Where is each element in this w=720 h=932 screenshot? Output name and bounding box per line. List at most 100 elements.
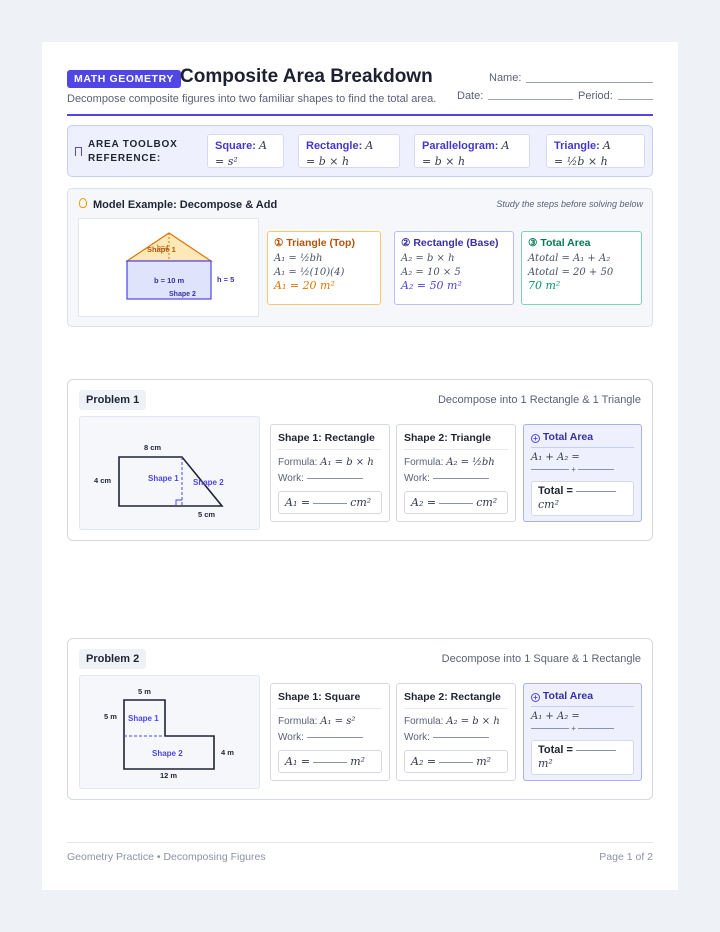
total-box[interactable]: Total = cm² [531,481,634,516]
work-label: Work: [278,473,304,484]
toolbox-item-formula: = b × h [422,155,466,168]
shape2-card: Shape 2: Rectangle Formula: A₂ = b × h W… [396,683,516,781]
right-angle-mark [175,499,182,506]
work-label: Work: [404,473,430,484]
plus-circle-icon: + [531,693,540,702]
toolbox-item-name: Triangle: [554,140,600,152]
toolbox-rectangle: Rectangle: A = b × h [298,134,400,168]
step-head: ① Triangle (Top) [274,237,355,249]
step-head: ② Rectangle (Base) [401,237,499,249]
problem-2: Problem 2 Decompose into 1 Square & 1 Re… [67,638,653,800]
name-field[interactable] [526,82,653,83]
formula: A₁ = b × h [320,457,374,468]
shape2-label: Shape 2 [193,478,224,487]
answer-unit: cm² [350,496,372,509]
toolbox-item-lhs: A [365,139,374,152]
toolbox-item-name: Square: [215,140,256,152]
sum-expression: A₁ + A₂ = [531,452,580,463]
model-example: Model Example: Decompose & Add Study the… [67,188,653,327]
toolbox-item-formula: = s² [215,155,238,168]
card-head: Shape 2: Rectangle [404,691,508,709]
total-box[interactable]: Total = m² [531,740,634,775]
model-shape2-label: Shape 2 [169,291,196,298]
toolbox-item-lhs: A [259,139,267,152]
footer-rule [67,842,653,843]
formula-label: Formula: [404,716,444,727]
bottom-dimension: 12 m [160,771,177,780]
step-line: Atotal = A₁ + A₂ [528,253,611,264]
total-label: Total = [538,744,573,756]
answer-unit: m² [476,755,492,768]
problem-2-figure-svg: 5 m 5 m 4 m 12 m Shape 1 Shape 2 [104,687,234,780]
footer-right: Page 1 of 2 [599,851,653,863]
work-field[interactable] [432,477,489,479]
toolbox-item-name: Rectangle: [306,140,363,152]
shape1-label: Shape 1 [128,714,159,723]
plus-sign: + [571,724,576,733]
problem-instruction: Decompose into 1 Square & 1 Rectangle [441,653,641,665]
sum-blank-1[interactable] [531,469,569,471]
problem-figure: 8 cm 4 cm 5 cm Shape 1 Shape 2 [79,416,260,530]
bottom-dimension: 5 cm [198,510,215,519]
step-line: Atotal = 20 + 50 [528,266,614,278]
step-total: ③ Total Area Atotal = A₁ + A₂ Atotal = 2… [521,231,642,305]
sum-blank-1[interactable] [531,728,569,730]
card-head: Shape 2: Triangle [404,432,508,450]
period-field[interactable] [618,99,653,100]
work-field[interactable] [306,477,363,479]
answer-lhs: A₂ = [411,496,437,509]
answer-box[interactable]: A₂ = m² [404,750,508,773]
answer-box[interactable]: A₂ = cm² [404,491,508,514]
left-dimension: 5 m [104,712,117,721]
problem-tag: Problem 2 [79,649,147,669]
shape2-card: Shape 2: Triangle Formula: A₂ = ½bh Work… [396,424,516,522]
sum-expression: A₁ + A₂ = [531,711,580,722]
sum-blank-2[interactable] [578,728,615,730]
total-label: Total = [538,485,573,497]
period-label: Period: [578,90,613,102]
sum-blank-2[interactable] [578,469,615,471]
work-field[interactable] [306,736,363,738]
answer-box[interactable]: A₁ = cm² [278,491,382,514]
work-field[interactable] [432,736,489,738]
toolbox-square: Square: A = s² [207,134,284,168]
formula-label: Formula: [404,457,444,468]
model-note: Study the steps before solving below [496,199,643,209]
answer-blank[interactable] [313,502,348,504]
total-blank[interactable] [576,749,617,751]
plus-sign: + [571,465,576,474]
answer-unit: m² [350,755,366,768]
top-dimension: 5 m [138,687,151,696]
header-rule [67,114,653,116]
subject-badge: MATH GEOMETRY [67,70,181,88]
answer-blank[interactable] [313,761,348,763]
model-title: Model Example: Decompose & Add [93,199,278,211]
answer-box[interactable]: A₁ = m² [278,750,382,773]
formula: A₁ = s² [320,716,356,727]
lightbulb-icon [79,198,87,208]
date-field[interactable] [488,99,573,100]
total-blank[interactable] [576,490,617,492]
answer-blank[interactable] [439,502,474,504]
shape1-card: Shape 1: Square Formula: A₁ = s² Work: A… [270,683,390,781]
top-dimension: 8 cm [144,443,161,452]
name-label: Name: [489,72,522,84]
worksheet-page: MATH GEOMETRY Composite Area Breakdown D… [42,42,678,890]
bookmark-icon [75,147,82,156]
problem-1: Problem 1 Decompose into 1 Rectangle & 1… [67,379,653,541]
total-unit: m² [538,757,553,770]
shape1-card: Shape 1: Rectangle Formula: A₁ = b × h W… [270,424,390,522]
step-line: A₁ = ½(10)(4) [274,266,345,278]
model-figure-svg: Shape 1 h=4 b = 10 m Shape 2 h = 5 [125,232,234,300]
composite-outline [123,699,215,770]
work-label: Work: [278,732,304,743]
model-rect-height-label: h = 5 [217,275,234,284]
left-dimension: 4 cm [94,476,111,485]
answer-blank[interactable] [439,761,474,763]
problem-instruction: Decompose into 1 Rectangle & 1 Triangle [437,394,641,406]
problem-tag: Problem 1 [79,390,147,410]
answer-lhs: A₁ = [285,496,311,509]
total-unit: cm² [538,498,560,511]
shape2-label: Shape 2 [152,749,183,758]
total-head: Total Area [542,690,594,702]
